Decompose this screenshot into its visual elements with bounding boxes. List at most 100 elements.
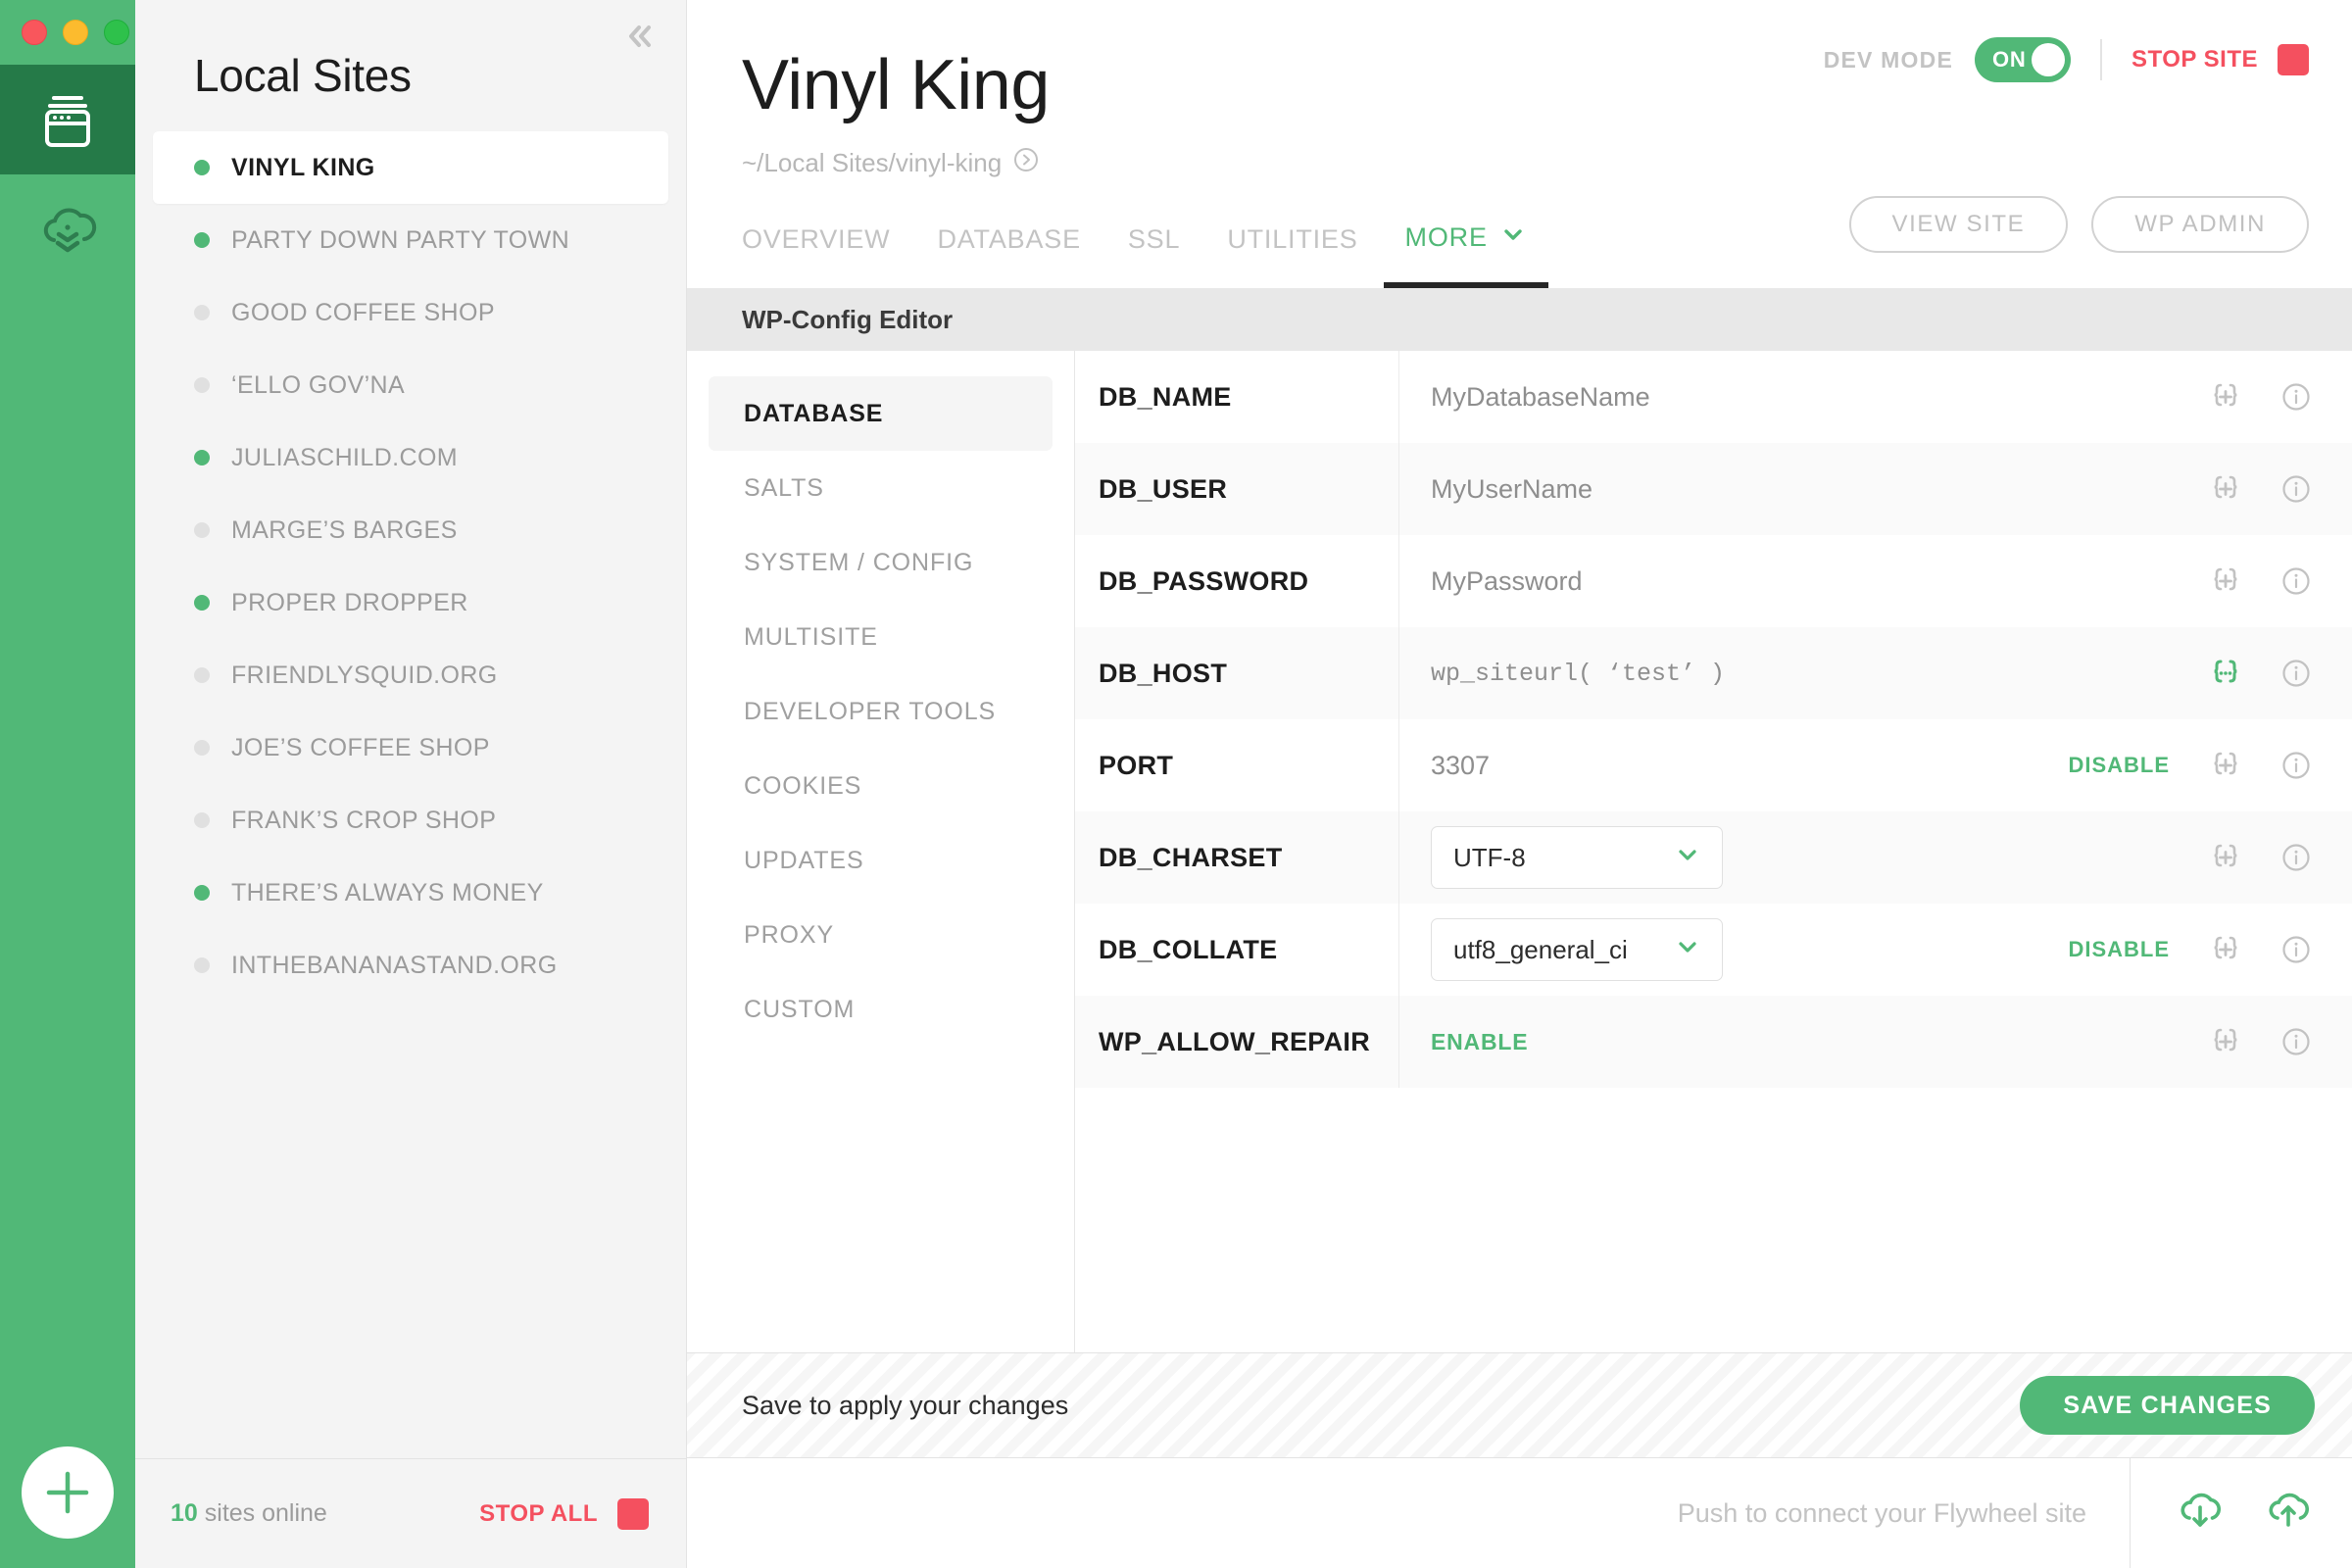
site-list-item[interactable]: ‘ELLO GOV’NA bbox=[135, 349, 668, 421]
chevron-down-icon bbox=[1499, 220, 1527, 255]
wp-admin-button[interactable]: WP ADMIN bbox=[2091, 196, 2309, 253]
stop-site-label[interactable]: STOP SITE bbox=[2132, 46, 2258, 74]
info-circle-icon[interactable] bbox=[2278, 840, 2315, 875]
site-list-item[interactable]: JULIASCHILD.COM bbox=[135, 421, 668, 494]
push-icons bbox=[2130, 1458, 2315, 1568]
site-list-item[interactable]: THERE’S ALWAYS MONEY bbox=[135, 857, 668, 929]
config-nav-item[interactable]: MULTISITE bbox=[709, 600, 1053, 674]
rail-item-local-sites[interactable] bbox=[0, 65, 135, 174]
site-list-item[interactable]: JOE’S COFFEE SHOP bbox=[135, 711, 668, 784]
info-circle-icon[interactable] bbox=[2278, 471, 2315, 507]
arrow-circle-right-icon[interactable] bbox=[1013, 147, 1039, 179]
site-list-item-label: JULIASCHILD.COM bbox=[231, 443, 459, 471]
config-row: DB_PASSWORD MyPassword bbox=[1075, 535, 2352, 627]
config-select[interactable]: utf8_general_ci bbox=[1431, 918, 1723, 981]
dev-mode-label: DEV MODE bbox=[1823, 46, 1953, 73]
dev-mode-toggle[interactable]: ON bbox=[1975, 37, 2071, 82]
config-disable-link[interactable]: DISABLE bbox=[2068, 937, 2170, 962]
sidebar-title: Local Sites bbox=[194, 50, 412, 101]
site-list-item-label: ‘ELLO GOV’NA bbox=[231, 370, 406, 399]
cloud-download-icon[interactable] bbox=[2174, 1485, 2227, 1543]
sidebar-footer: 10 sites online STOP ALL bbox=[135, 1458, 686, 1568]
header-divider bbox=[2100, 39, 2102, 80]
site-list-item[interactable]: INTHEBANANASTAND.ORG bbox=[135, 929, 668, 1002]
config-row: PORT 3307 DISABLE bbox=[1075, 719, 2352, 811]
add-site-button[interactable] bbox=[22, 1446, 114, 1539]
info-circle-icon[interactable] bbox=[2278, 379, 2315, 415]
tab-overview[interactable]: OVERVIEW bbox=[742, 224, 917, 288]
config-value-input[interactable]: MyPassword bbox=[1399, 566, 2207, 597]
braces-plus-icon[interactable] bbox=[2207, 932, 2244, 967]
config-enable-link[interactable]: ENABLE bbox=[1399, 1029, 2207, 1055]
config-select[interactable]: UTF-8 bbox=[1431, 826, 1723, 889]
info-circle-icon[interactable] bbox=[2278, 564, 2315, 599]
site-list-item[interactable]: MARGE’S BARGES bbox=[135, 494, 668, 566]
window-traffic-lights bbox=[0, 0, 135, 65]
header-actions: VIEW SITE WP ADMIN bbox=[1848, 196, 2309, 253]
save-changes-button[interactable]: SAVE CHANGES bbox=[2020, 1376, 2315, 1435]
config-nav-item[interactable]: CUSTOM bbox=[709, 972, 1053, 1047]
config-select-value: utf8_general_ci bbox=[1453, 934, 1628, 964]
site-status-dot bbox=[194, 595, 210, 611]
config-value-input[interactable]: MyUserName bbox=[1399, 474, 2207, 505]
braces-dots-icon[interactable] bbox=[2207, 656, 2244, 691]
config-nav-item[interactable]: UPDATES bbox=[709, 823, 1053, 898]
config-key: DB_COLLATE bbox=[1099, 934, 1278, 964]
minimize-window-button[interactable] bbox=[63, 20, 88, 45]
site-list-item[interactable]: FRANK’S CROP SHOP bbox=[135, 784, 668, 857]
info-circle-icon[interactable] bbox=[2278, 656, 2315, 691]
view-site-button[interactable]: VIEW SITE bbox=[1848, 196, 2069, 253]
config-key: DB_USER bbox=[1099, 473, 1228, 504]
tab-utilities[interactable]: UTILITIES bbox=[1227, 224, 1385, 288]
config-nav-item[interactable]: COOKIES bbox=[709, 749, 1053, 823]
zoom-window-button[interactable] bbox=[104, 20, 129, 45]
config-disable-link[interactable]: DISABLE bbox=[2068, 753, 2170, 778]
config-nav-item[interactable]: PROXY bbox=[709, 898, 1053, 972]
config-row-actions: DISABLE bbox=[2068, 932, 2352, 967]
config-nav-item[interactable]: SALTS bbox=[709, 451, 1053, 525]
config-key: DB_HOST bbox=[1099, 658, 1228, 688]
site-status-dot bbox=[194, 160, 210, 175]
tab-database[interactable]: DATABASE bbox=[937, 224, 1107, 288]
config-value-input[interactable]: wp_siteurl( ‘test’ ) bbox=[1399, 660, 2207, 688]
config-key: WP_ALLOW_REPAIR bbox=[1099, 1026, 1371, 1056]
info-circle-icon[interactable] bbox=[2278, 1024, 2315, 1059]
site-list-item[interactable]: VINYL KING bbox=[153, 131, 668, 204]
config-value-input[interactable]: MyDatabaseName bbox=[1399, 382, 2207, 413]
site-path[interactable]: ~/Local Sites/vinyl-king bbox=[742, 147, 2352, 179]
site-list-item[interactable]: PARTY DOWN PARTY TOWN bbox=[135, 204, 668, 276]
site-status-dot bbox=[194, 232, 210, 248]
panel-body: DATABASE SALTS SYSTEM / CONFIG MULTISITE DEV… bbox=[687, 351, 2352, 1352]
info-circle-icon[interactable] bbox=[2278, 932, 2315, 967]
stop-site-square-icon[interactable] bbox=[2278, 44, 2309, 75]
braces-plus-icon[interactable] bbox=[2207, 1024, 2244, 1059]
stop-all-button[interactable]: STOP ALL bbox=[479, 1497, 649, 1530]
braces-plus-icon[interactable] bbox=[2207, 748, 2244, 783]
config-row: DB_COLLATE utf8_general_ci DISABLE bbox=[1075, 904, 2352, 996]
config-nav-item[interactable]: DEVELOPER TOOLS bbox=[709, 674, 1053, 749]
braces-plus-icon[interactable] bbox=[2207, 379, 2244, 415]
site-list-item[interactable]: FRIENDLYSQUID.ORG bbox=[135, 639, 668, 711]
cloud-upload-icon[interactable] bbox=[2262, 1485, 2315, 1543]
braces-plus-icon[interactable] bbox=[2207, 840, 2244, 875]
config-nav-item[interactable]: DATABASE bbox=[709, 376, 1053, 451]
tab-label: OVERVIEW bbox=[742, 224, 891, 254]
close-window-button[interactable] bbox=[22, 20, 47, 45]
info-circle-icon[interactable] bbox=[2278, 748, 2315, 783]
tab-more[interactable]: MORE bbox=[1383, 220, 1554, 288]
site-status-dot bbox=[194, 305, 210, 320]
braces-plus-icon[interactable] bbox=[2207, 564, 2244, 599]
site-status-dot bbox=[194, 740, 210, 756]
rail-item-cloud-pull[interactable] bbox=[0, 174, 135, 284]
sites-online-count: 10 bbox=[171, 1499, 198, 1527]
collapse-sidebar-button[interactable] bbox=[615, 14, 664, 63]
site-status-dot bbox=[194, 450, 210, 466]
braces-plus-icon[interactable] bbox=[2207, 471, 2244, 507]
site-list-item[interactable]: GOOD COFFEE SHOP bbox=[135, 276, 668, 349]
chevron-down-icon bbox=[1673, 932, 1702, 968]
site-list-item-label: FRIENDLYSQUID.ORG bbox=[231, 661, 498, 689]
config-value-input[interactable]: 3307 bbox=[1399, 751, 2068, 781]
config-nav-item[interactable]: SYSTEM / CONFIG bbox=[709, 525, 1053, 600]
tab-ssl[interactable]: SSL bbox=[1128, 224, 1207, 288]
site-list-item[interactable]: PROPER DROPPER bbox=[135, 566, 668, 639]
